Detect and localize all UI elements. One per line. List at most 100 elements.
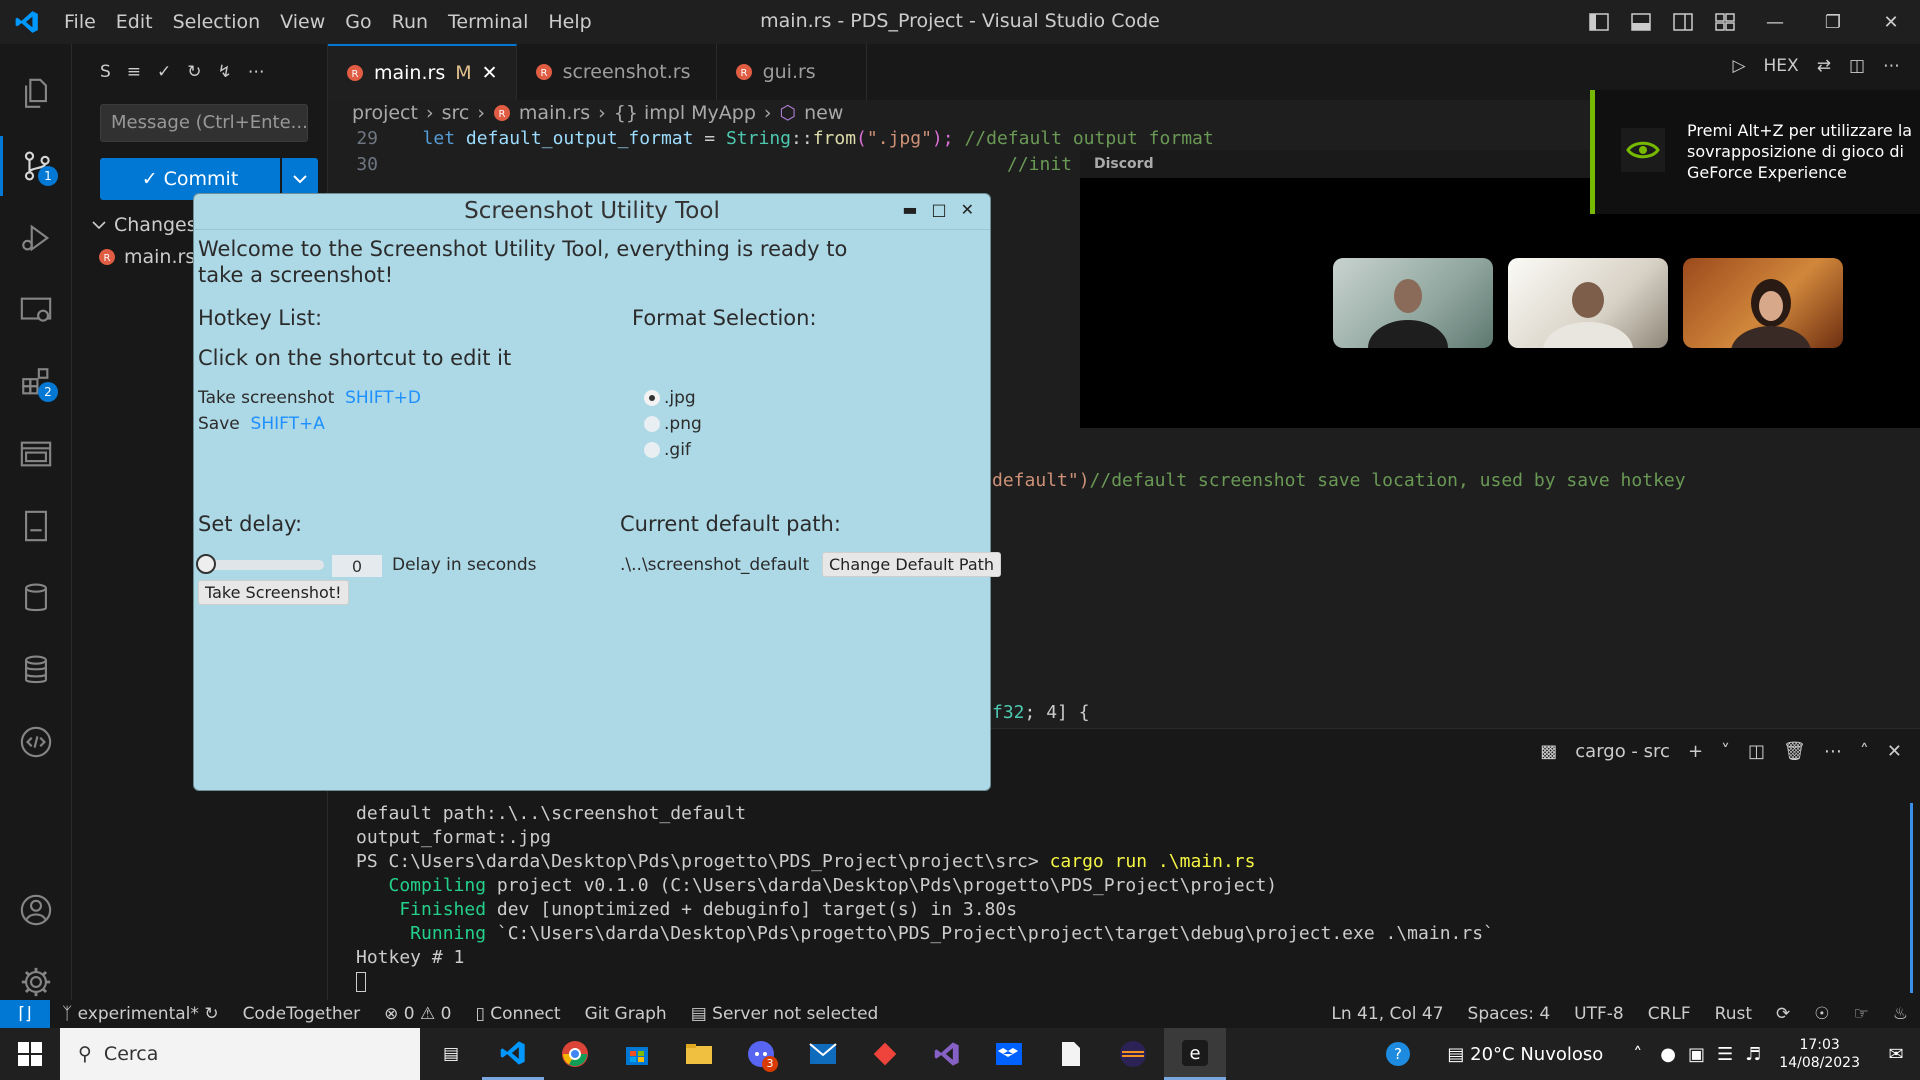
more-actions-icon[interactable]: ⋯ — [1883, 56, 1900, 76]
source-control-icon[interactable]: 1 — [0, 136, 72, 196]
maximize-panel-icon[interactable]: ˄ — [1860, 741, 1869, 762]
remote-indicator-icon[interactable]: ⌈⌋ — [0, 1000, 50, 1028]
minimize-icon[interactable]: ▬ — [902, 200, 917, 219]
close-button[interactable]: ✕ — [1862, 0, 1920, 44]
view-as-list-icon[interactable]: ≡ — [127, 62, 141, 82]
weather-widget[interactable]: ▤ 20°C Nuvoloso — [1429, 1044, 1621, 1065]
more-actions-icon[interactable]: ⋯ — [1824, 741, 1842, 762]
menu-run[interactable]: Run — [382, 11, 438, 33]
volume-icon[interactable]: ♬ — [1739, 1044, 1767, 1065]
tab-screenshot-rs[interactable]: R screenshot.rs — [517, 44, 717, 100]
file-explorer-icon[interactable] — [668, 1028, 730, 1080]
visual-studio-icon[interactable] — [916, 1028, 978, 1080]
trash-icon[interactable]: 🗑 — [1783, 741, 1806, 762]
menu-selection[interactable]: Selection — [163, 11, 271, 33]
format-radio-png[interactable]: .png — [644, 414, 702, 434]
nvidia-notification[interactable]: Premi Alt+Z per utilizzare la sovrapposi… — [1590, 90, 1920, 214]
help-icon[interactable]: ? — [1367, 1028, 1429, 1080]
book-icon[interactable] — [0, 496, 72, 556]
live-share-icon[interactable]: ⟳ — [1764, 1004, 1802, 1024]
format-radio-gif[interactable]: .gif — [644, 440, 691, 460]
compare-changes-icon[interactable]: ⇄ — [1817, 56, 1831, 76]
breadcrumb-item[interactable]: src — [442, 102, 470, 124]
cursor-position[interactable]: Ln 41, Col 47 — [1319, 1004, 1455, 1024]
changed-file-item[interactable]: R main.rs — [98, 246, 195, 268]
encoding[interactable]: UTF-8 — [1562, 1004, 1636, 1024]
refresh-icon[interactable]: ↻ — [187, 62, 201, 82]
toggle-panel-icon[interactable] — [1620, 0, 1662, 44]
video-tile[interactable] — [1508, 258, 1668, 348]
menu-edit[interactable]: Edit — [106, 11, 163, 33]
tab-gui-rs[interactable]: R gui.rs — [717, 44, 867, 100]
commit-check-icon[interactable]: ✓ — [157, 62, 171, 82]
menu-go[interactable]: Go — [335, 11, 381, 33]
terminal-name[interactable]: cargo - src — [1575, 741, 1670, 762]
split-editor-icon[interactable]: ◫ — [1849, 56, 1865, 76]
delay-input[interactable]: 0 — [332, 555, 382, 577]
indentation[interactable]: Spaces: 4 — [1456, 1004, 1563, 1024]
hex-editor-button[interactable]: HEX — [1764, 56, 1799, 76]
copilot-icon[interactable]: ☉ — [1802, 1004, 1841, 1024]
end-of-line[interactable]: CRLF — [1636, 1004, 1703, 1024]
menu-terminal[interactable]: Terminal — [438, 11, 538, 33]
dropbox-icon[interactable] — [978, 1028, 1040, 1080]
database-icon[interactable] — [0, 568, 72, 628]
format-radio-jpg[interactable]: .jpg — [644, 388, 696, 408]
video-tile[interactable] — [1333, 258, 1493, 348]
breadcrumb-item[interactable]: new — [804, 102, 843, 124]
customize-layout-icon[interactable] — [1704, 0, 1746, 44]
video-tile[interactable] — [1683, 258, 1843, 348]
feedback-icon[interactable]: ☞ — [1842, 1004, 1881, 1024]
notifications-bell-icon[interactable]: ♨ — [1881, 1004, 1920, 1024]
browser-preview-icon[interactable] — [0, 424, 72, 484]
branch-graph-icon[interactable]: ↯ — [218, 62, 232, 82]
clock[interactable]: 17:03 14/08/2023 — [1767, 1036, 1872, 1072]
run-icon[interactable]: ▷ — [1732, 56, 1745, 76]
notification-center-icon[interactable]: ✉ — [1872, 1028, 1920, 1080]
file-icon[interactable] — [1040, 1028, 1102, 1080]
minimize-button[interactable]: — — [1746, 0, 1804, 44]
show-hidden-icons-icon[interactable]: ˄ — [1621, 1044, 1654, 1065]
extensions-icon[interactable]: 2 — [0, 352, 72, 412]
close-panel-icon[interactable]: ✕ — [1887, 741, 1902, 762]
chevron-down-icon[interactable]: ˅ — [1721, 741, 1730, 762]
toggle-secondary-sidebar-icon[interactable] — [1662, 0, 1704, 44]
breadcrumb-item[interactable]: project — [352, 102, 418, 124]
explorer-icon[interactable] — [0, 64, 72, 124]
chrome-icon[interactable] — [544, 1028, 606, 1080]
close-icon[interactable]: ✕ — [961, 200, 974, 219]
mail-icon[interactable] — [792, 1028, 854, 1080]
menu-help[interactable]: Help — [538, 11, 601, 33]
toggle-sidebar-icon[interactable] — [1578, 0, 1620, 44]
language-mode[interactable]: Rust — [1703, 1004, 1764, 1024]
restore-button[interactable]: ❐ — [1804, 0, 1862, 44]
eclipse-icon[interactable] — [1102, 1028, 1164, 1080]
new-terminal-icon[interactable]: + — [1688, 741, 1703, 762]
close-tab-icon[interactable]: ✕ — [482, 62, 498, 84]
menu-file[interactable]: File — [54, 11, 106, 33]
sql-database-icon[interactable] — [0, 640, 72, 700]
discord-icon[interactable]: 3 — [730, 1028, 792, 1080]
commit-message-input[interactable]: Message (Ctrl+Ente... — [100, 104, 308, 142]
branch-indicator[interactable]: ᛉ experimental* ↻ — [50, 1004, 231, 1024]
maximize-icon[interactable]: □ — [931, 200, 946, 219]
codetogether-button[interactable]: CodeTogether — [231, 1004, 373, 1024]
more-actions-icon[interactable]: ⋯ — [248, 62, 265, 82]
server-selector[interactable]: ▤ Server not selected — [679, 1004, 891, 1024]
take-screenshot-shortcut[interactable]: SHIFT+D — [345, 388, 421, 408]
changes-group[interactable]: Changes — [92, 214, 197, 236]
terminal-output[interactable]: default path:.\..\screenshot_default out… — [356, 803, 1494, 995]
taskbar-search[interactable]: ⚲ Cerca — [60, 1028, 420, 1080]
eclipse-ide-icon[interactable]: e — [1164, 1028, 1226, 1080]
slider-handle[interactable] — [196, 554, 216, 574]
breadcrumb-item[interactable]: main.rs — [519, 102, 590, 124]
code-tag-icon[interactable] — [0, 712, 72, 772]
save-shortcut[interactable]: SHIFT+A — [251, 414, 325, 434]
git-graph-button[interactable]: Git Graph — [573, 1004, 679, 1024]
task-view-icon[interactable]: ▤ — [420, 1028, 482, 1080]
accounts-icon[interactable] — [0, 880, 72, 940]
breadcrumb-item[interactable]: {} impl MyApp — [614, 102, 756, 124]
microphone-icon[interactable]: ● — [1654, 1044, 1682, 1065]
vscode-taskbar-icon[interactable] — [482, 1028, 544, 1080]
split-terminal-icon[interactable]: ◫ — [1748, 741, 1765, 762]
